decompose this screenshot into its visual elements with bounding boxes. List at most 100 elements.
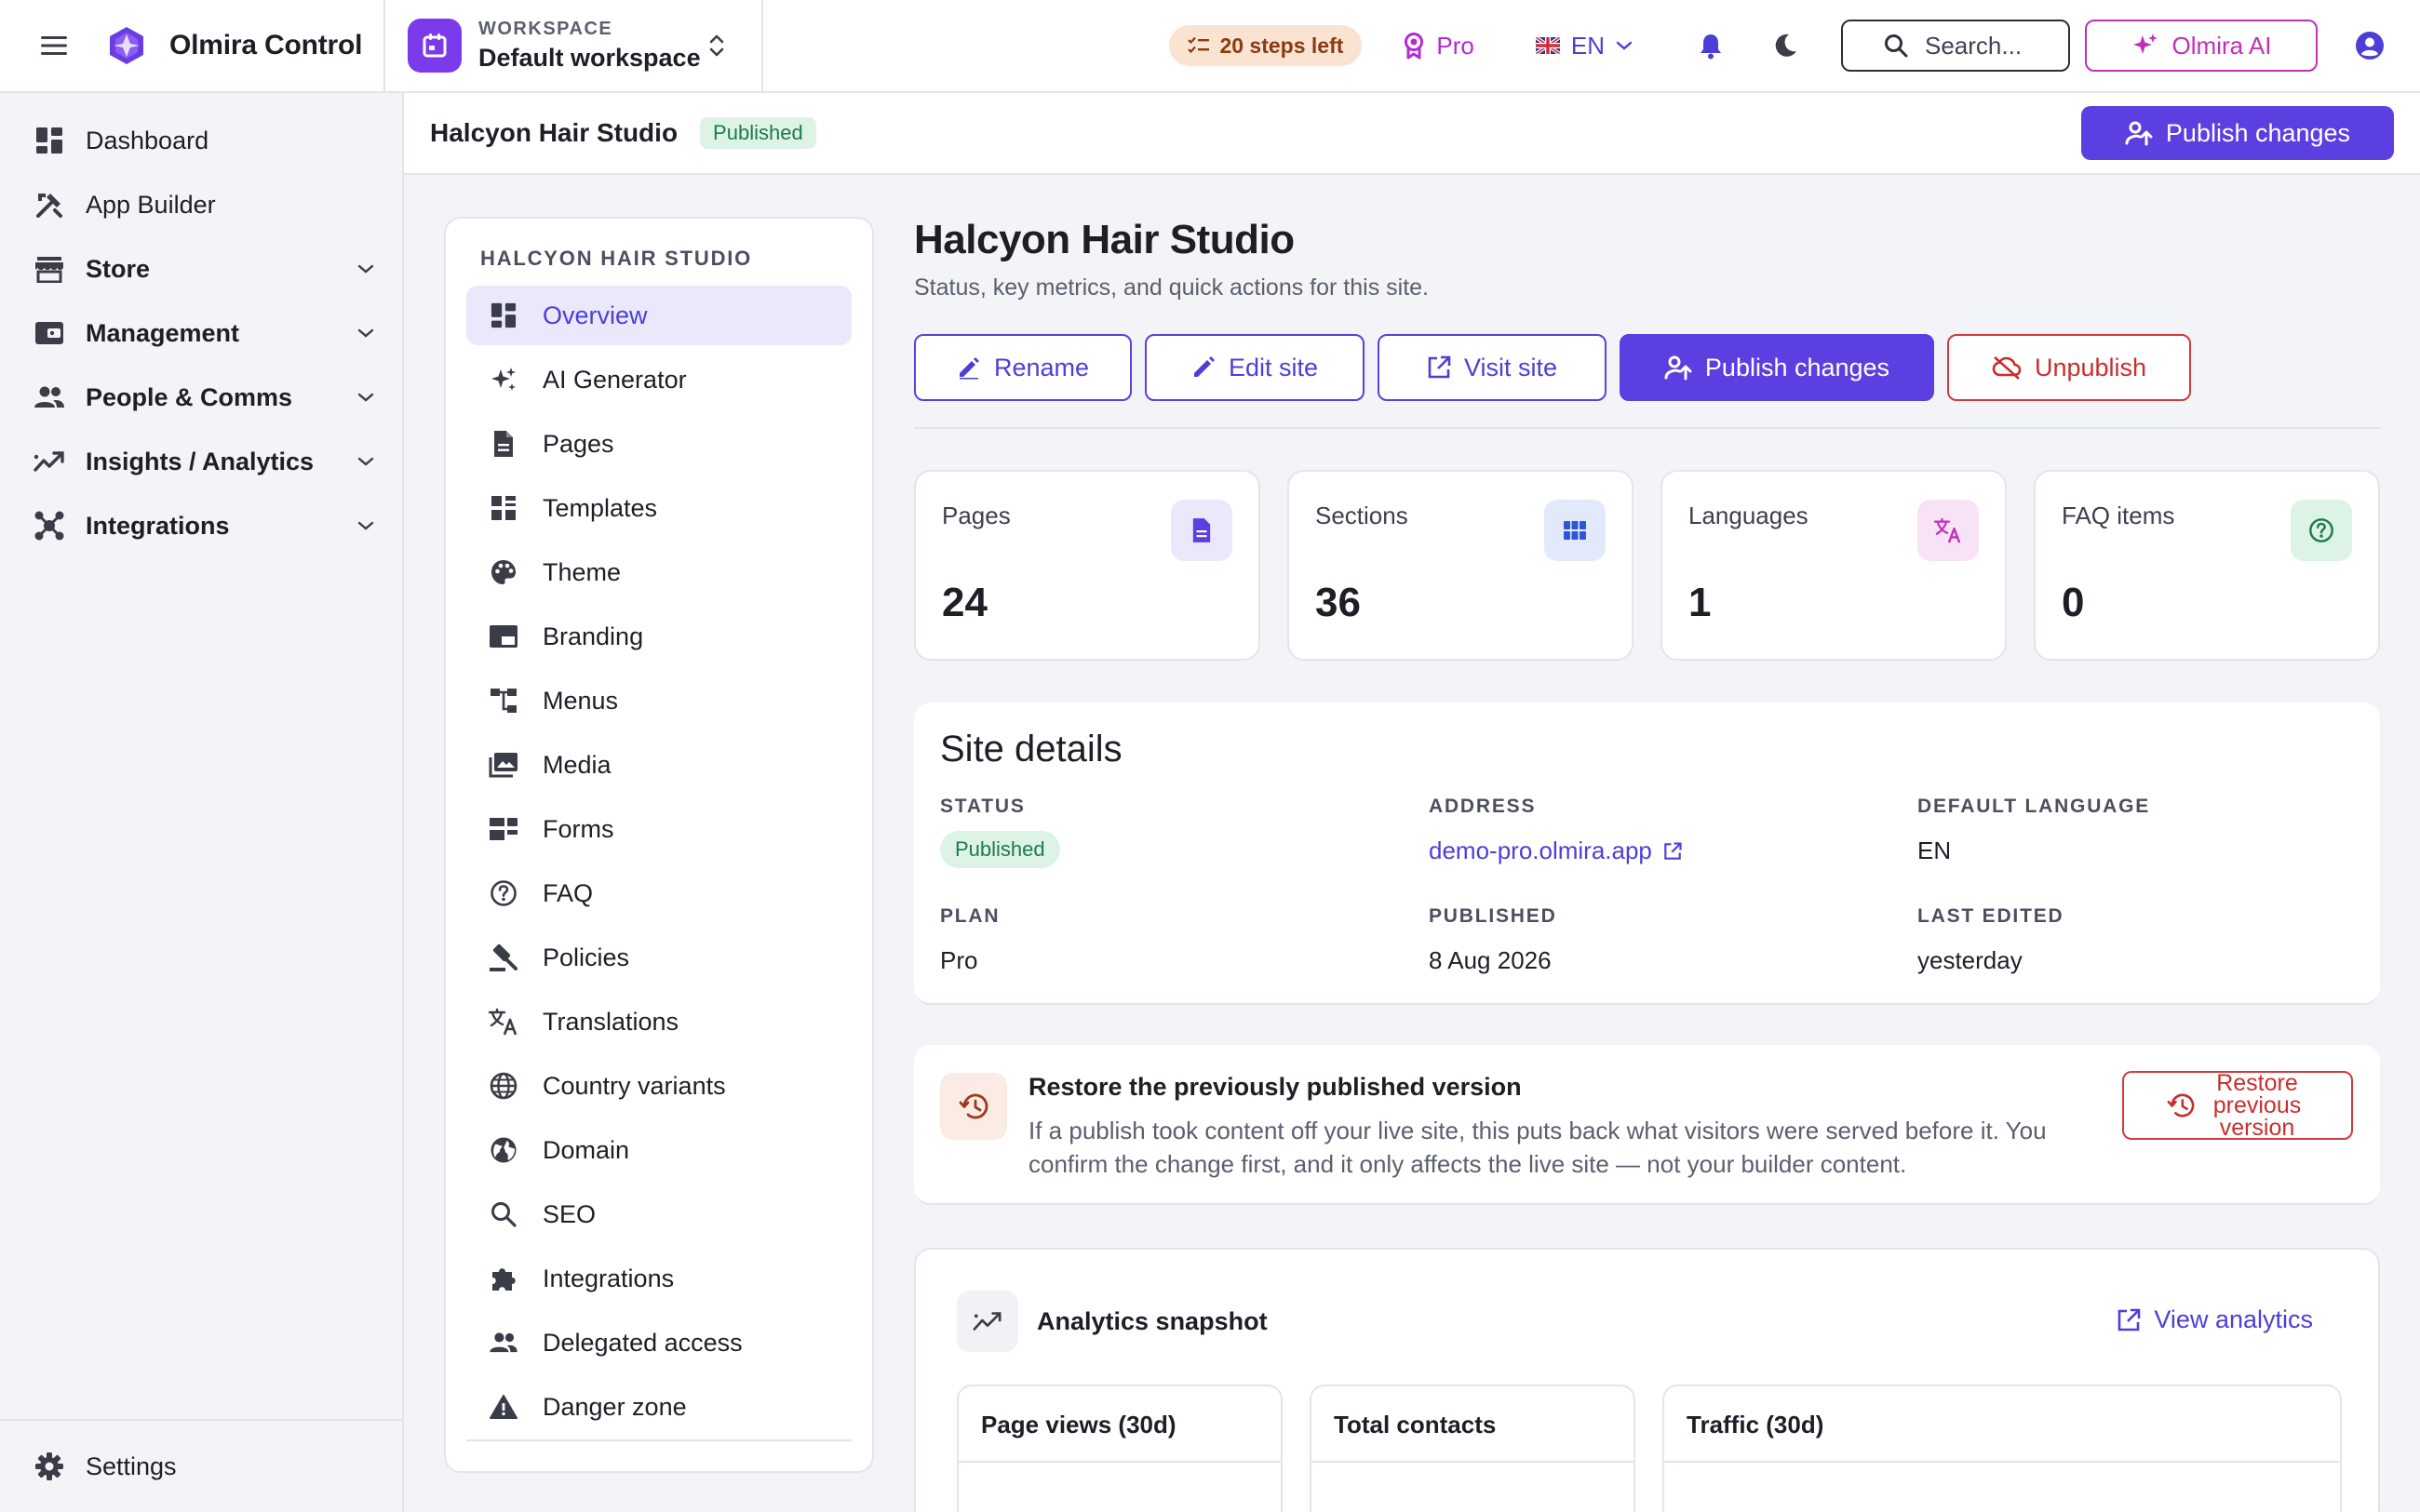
publish-changes-label: Publish changes xyxy=(1704,353,1890,381)
sidebar-item-app-builder[interactable]: App Builder xyxy=(0,177,402,233)
visit-site-button[interactable]: Visit site xyxy=(1378,334,1607,401)
language-label: EN xyxy=(1570,31,1605,60)
dark-mode-moon-icon[interactable] xyxy=(1767,27,1804,64)
language-selector[interactable]: EN xyxy=(1535,31,1633,60)
sidebar-item-dashboard[interactable]: Dashboard xyxy=(0,113,402,168)
sidebar-item-store[interactable]: Store xyxy=(0,241,402,297)
workspace-name: Default workspace xyxy=(478,44,701,72)
menu-icon[interactable] xyxy=(37,29,71,62)
analytics-card-page-views[interactable]: Page views (30d) xyxy=(957,1385,1283,1512)
steps-left-label: 20 steps left xyxy=(1219,33,1344,58)
sidebar-item-label: Dashboard xyxy=(86,126,209,154)
subnav-item-danger-zone[interactable]: Danger zone xyxy=(466,1377,852,1437)
setup-steps-pill[interactable]: 20 steps left xyxy=(1169,25,1363,66)
subnav-item-theme[interactable]: Theme xyxy=(466,542,852,602)
publish-changes-main-button[interactable]: Publish changes xyxy=(1620,334,1934,401)
analytics-card-total-contacts[interactable]: Total contacts xyxy=(1310,1385,1635,1512)
subnav-item-media[interactable]: Media xyxy=(466,735,852,795)
subnav-item-integrations[interactable]: Integrations xyxy=(466,1249,852,1308)
award-icon xyxy=(1403,32,1425,60)
restore-description: If a publish took content off your live … xyxy=(1028,1117,2047,1178)
subnav-item-label: Country variants xyxy=(543,1071,726,1100)
detail-plan: PLAN Pro xyxy=(940,905,1000,975)
subnav-item-label: Menus xyxy=(543,686,619,715)
subnav-item-faq[interactable]: FAQ xyxy=(466,863,852,923)
rename-button[interactable]: Rename xyxy=(914,334,1132,401)
subnav-item-forms[interactable]: Forms xyxy=(466,799,852,859)
analytics-card-traffic[interactable]: Traffic (30d) xyxy=(1662,1385,2342,1512)
sidebar-item-settings[interactable]: Settings xyxy=(0,1419,402,1512)
subnav-item-menus[interactable]: Menus xyxy=(466,671,852,730)
checklist-icon xyxy=(1188,36,1210,55)
subnav-item-translations[interactable]: Translations xyxy=(466,992,852,1051)
plan-button[interactable]: Pro xyxy=(1403,32,1474,60)
unpublish-button[interactable]: Unpublish xyxy=(1947,334,2191,401)
card-divider xyxy=(1311,1461,1634,1463)
subnav-item-label: AI Generator xyxy=(543,365,687,394)
subnav-item-domain[interactable]: Domain xyxy=(466,1120,852,1180)
publish-user-icon xyxy=(1664,355,1692,381)
subnav-item-branding[interactable]: Branding xyxy=(466,607,852,666)
globe-icon xyxy=(487,1069,520,1103)
sidebar-item-label: People & Comms xyxy=(86,382,293,411)
pencil-icon xyxy=(1191,355,1216,380)
subnav-item-label: Overview xyxy=(543,301,648,329)
subnav-item-country-variants[interactable]: Country variants xyxy=(466,1056,852,1116)
search-button[interactable]: Search... xyxy=(1841,20,2070,72)
subnav-item-label: Policies xyxy=(543,943,630,971)
workspace-switcher[interactable]: WORKSPACE Default workspace xyxy=(385,0,763,92)
detail-value: Pro xyxy=(940,946,978,974)
subnav-item-label: Danger zone xyxy=(543,1392,687,1421)
subnav-item-seo[interactable]: SEO xyxy=(466,1184,852,1244)
subnav-item-policies[interactable]: Policies xyxy=(466,928,852,987)
card-divider xyxy=(1664,1461,2340,1463)
subnav-item-pages[interactable]: Pages xyxy=(466,414,852,474)
site-address-link[interactable]: demo-pro.olmira.app xyxy=(1429,836,1682,865)
stat-card-faq-items[interactable]: FAQ items 0 xyxy=(2034,470,2380,661)
detail-label: LAST EDITED xyxy=(1917,905,2064,927)
subnav-item-label: SEO xyxy=(543,1199,597,1228)
olmira-logo-icon[interactable] xyxy=(106,25,147,66)
subnav-item-delegated-access[interactable]: Delegated access xyxy=(466,1313,852,1372)
subnav-item-label: Templates xyxy=(543,493,658,522)
document-icon xyxy=(1171,500,1232,561)
subnav-item-overview[interactable]: Overview xyxy=(466,286,852,345)
history-icon xyxy=(940,1073,1007,1140)
stat-card-languages[interactable]: Languages 1 xyxy=(1660,470,2007,661)
restore-button-label: Restore previous version xyxy=(2212,1070,2302,1141)
subnav-item-label: Domain xyxy=(543,1135,630,1164)
subnav-item-ai-generator[interactable]: AI Generator xyxy=(466,350,852,409)
subnav-item-label: Integrations xyxy=(543,1264,675,1292)
palette-icon xyxy=(487,555,520,589)
external-link-icon xyxy=(1663,841,1682,861)
detail-value: EN xyxy=(1917,836,1952,864)
search-icon xyxy=(1884,33,1908,58)
trend-icon xyxy=(32,444,67,479)
olmira-ai-button[interactable]: Olmira AI xyxy=(2085,20,2318,72)
view-analytics-link[interactable]: View analytics xyxy=(2117,1305,2313,1334)
detail-label: PUBLISHED xyxy=(1429,905,1557,927)
people-icon xyxy=(32,380,67,415)
people-icon xyxy=(487,1326,520,1359)
subnav-item-templates[interactable]: Templates xyxy=(466,478,852,538)
edit-site-button[interactable]: Edit site xyxy=(1145,334,1365,401)
publish-changes-button[interactable]: Publish changes xyxy=(2081,106,2394,160)
search-icon xyxy=(487,1198,520,1231)
restore-previous-version-button[interactable]: Restore previous version xyxy=(2122,1071,2353,1140)
sidebar-item-people-comms[interactable]: People & Comms xyxy=(0,369,402,425)
workspace-kicker: WORKSPACE xyxy=(478,19,613,39)
sidebar-item-integrations[interactable]: Integrations xyxy=(0,498,402,554)
stat-card-pages[interactable]: Pages 24 xyxy=(914,470,1260,661)
chevron-down-icon xyxy=(357,263,374,274)
account-avatar-icon[interactable] xyxy=(2351,27,2388,64)
sidebar-item-label: Integrations xyxy=(86,511,230,540)
sidebar-item-insights-analytics[interactable]: Insights / Analytics xyxy=(0,434,402,489)
subnav-item-label: FAQ xyxy=(543,878,594,907)
sidebar-item-management[interactable]: Management xyxy=(0,305,402,361)
detail-published: PUBLISHED 8 Aug 2026 xyxy=(1429,905,1557,975)
notifications-bell-icon[interactable] xyxy=(1692,27,1729,64)
store-icon xyxy=(32,251,67,287)
cloud-off-icon xyxy=(1992,355,2022,380)
subnav-item-label: Pages xyxy=(543,429,614,458)
stat-card-sections[interactable]: Sections 36 xyxy=(1287,470,1634,661)
